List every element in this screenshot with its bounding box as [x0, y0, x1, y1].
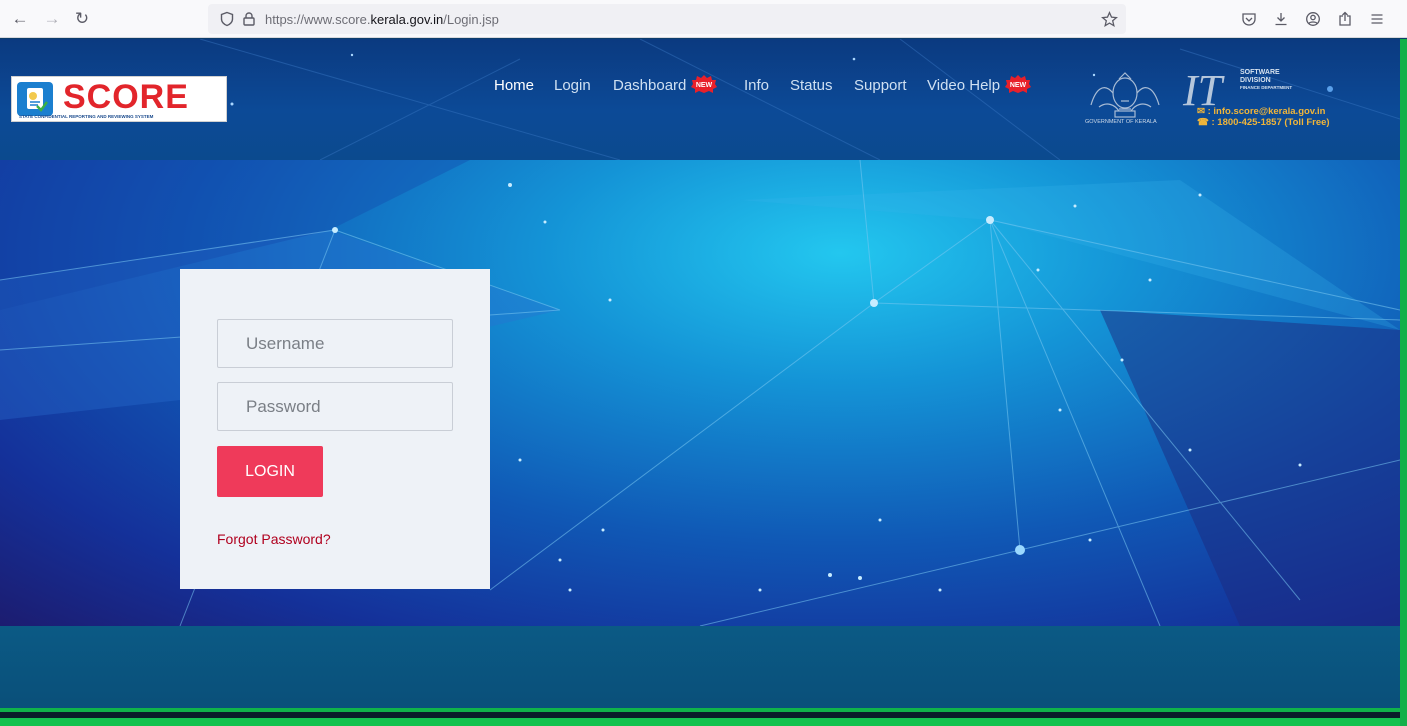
- contact-info: ✉ : info.score@kerala.gov.in ☎ : 1800-42…: [1197, 106, 1330, 128]
- username-input[interactable]: [217, 319, 453, 368]
- share-icon[interactable]: [1334, 8, 1356, 30]
- nav-video-help[interactable]: Video Help: [927, 77, 1000, 94]
- svg-text:NEW: NEW: [696, 82, 713, 89]
- nav-home[interactable]: Home: [494, 77, 534, 94]
- nav-status[interactable]: Status: [790, 77, 833, 94]
- account-icon[interactable]: [1302, 8, 1324, 30]
- footer-strip: [0, 718, 1400, 726]
- bookmark-star-icon[interactable]: [1098, 8, 1120, 30]
- nav-support[interactable]: Support: [854, 77, 907, 94]
- logo-title: SCORE: [63, 78, 189, 116]
- email-icon: ✉: [1197, 106, 1205, 117]
- forward-icon[interactable]: →: [40, 7, 64, 31]
- contact-email[interactable]: info.score@kerala.gov.in: [1213, 106, 1325, 117]
- nav-info[interactable]: Info: [744, 77, 769, 94]
- login-button[interactable]: LOGIN: [217, 446, 323, 497]
- shield-icon[interactable]: [216, 8, 238, 30]
- government-caption: GOVERNMENT OF KERALA: [1085, 119, 1157, 125]
- score-emblem-icon: [17, 82, 53, 116]
- hero-background: LOGIN Forgot Password?: [0, 160, 1400, 626]
- site-header: SCORE STATE CONFIDENTIAL REPORTING AND R…: [0, 39, 1400, 160]
- browser-toolbar: ← → ↻ https://www.score.kerala.gov.in/Lo…: [0, 0, 1407, 38]
- nav-login[interactable]: Login: [554, 77, 591, 94]
- kerala-emblem-icon: [1090, 72, 1160, 118]
- download-icon[interactable]: [1270, 8, 1292, 30]
- login-form: LOGIN Forgot Password?: [180, 269, 490, 589]
- password-input[interactable]: [217, 382, 453, 431]
- address-bar[interactable]: https://www.score.kerala.gov.in/Login.js…: [208, 4, 1126, 34]
- lock-icon[interactable]: [238, 8, 260, 30]
- score-logo[interactable]: SCORE STATE CONFIDENTIAL REPORTING AND R…: [11, 76, 227, 122]
- footer-band: [0, 626, 1400, 710]
- logo-subtitle: STATE CONFIDENTIAL REPORTING AND REVIEWI…: [19, 114, 154, 119]
- url-text: https://www.score.kerala.gov.in/Login.js…: [265, 12, 499, 27]
- back-icon[interactable]: ←: [8, 7, 32, 31]
- page-right-edge: [1400, 39, 1407, 726]
- menu-icon[interactable]: [1366, 8, 1388, 30]
- contact-phone: : 1800-425-1857 (Toll Free): [1211, 117, 1330, 128]
- nav-dashboard[interactable]: Dashboard: [613, 77, 686, 94]
- forgot-password-link[interactable]: Forgot Password?: [217, 531, 331, 547]
- phone-icon: ☎: [1197, 117, 1209, 128]
- pocket-icon[interactable]: [1238, 8, 1260, 30]
- it-division-text: SOFTWARE DIVISION FINANCE DEPARTMENT: [1240, 69, 1293, 90]
- svg-text:NEW: NEW: [1010, 82, 1027, 89]
- new-badge-icon: NEW: [1005, 75, 1031, 93]
- reload-icon[interactable]: ↻: [70, 7, 94, 31]
- new-badge-icon: NEW: [691, 75, 717, 93]
- site-page: SCORE STATE CONFIDENTIAL REPORTING AND R…: [0, 39, 1400, 726]
